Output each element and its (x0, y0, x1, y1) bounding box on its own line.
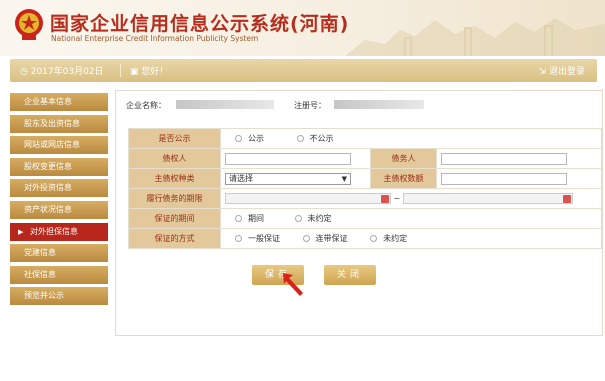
claim-amount-input[interactable] (441, 172, 567, 185)
public-no-radio[interactable] (296, 135, 304, 142)
creditor-label: 债权人 (128, 148, 221, 169)
red-arrow-pointer-icon (283, 273, 303, 296)
public-yes-radio[interactable] (235, 135, 242, 142)
logout-label: 退出登录 (548, 67, 585, 77)
period-separator: ~ (393, 194, 401, 203)
toolbar-divider (120, 64, 121, 77)
reg-number-label: 注册号： (294, 101, 326, 110)
guarantee-period-opt1-label: 期间 (248, 214, 264, 223)
joint-guarantee-radio[interactable] (302, 235, 310, 242)
sidebar-item-basic-info[interactable]: 企业基本信息 (10, 93, 108, 111)
guarantee-method-opt2-label: 连带保证 (315, 234, 348, 243)
company-info-bar: 企业名称： 注册号： (124, 97, 594, 113)
claim-type-cell: 请选择 ▼ (220, 168, 371, 189)
current-date: ◷ 2017年03月02日 (20, 67, 104, 77)
guarantee-period-unspecified-radio[interactable] (294, 215, 302, 222)
guarantee-period-options: 期间 未约定 (220, 208, 602, 229)
sidebar-item-label: 资产状况信息 (24, 204, 72, 214)
sidebar-item-preview[interactable]: 预览并公示 (10, 287, 108, 306)
sidebar-item-label: 网站或网店信息 (24, 140, 80, 150)
public-label: 是否公示 (128, 128, 221, 149)
guarantee-method-label: 保证的方式 (128, 228, 221, 249)
guarantee-period-opt2-label: 未约定 (307, 214, 332, 223)
national-emblem-icon (15, 9, 43, 40)
main-content: 企业名称： 注册号： 是否公示 公示 不公示 债权人 债务人 主债权种类 请选择… (115, 90, 603, 336)
guarantee-method-options: 一般保证 连带保证 未约定 (220, 228, 602, 249)
debtor-label: 债务人 (370, 148, 437, 169)
period-start-input[interactable] (225, 193, 391, 204)
calendar-icon[interactable] (562, 195, 571, 203)
calendar-icon[interactable] (381, 195, 389, 203)
claim-type-value: 请选择 (229, 173, 253, 183)
period-cell: ~ (220, 188, 602, 209)
public-options: 公示 不公示 (220, 128, 602, 149)
sidebar-item-label: 党建信息 (24, 248, 56, 258)
sidebar-item-label: 股东及出资信息 (24, 118, 80, 128)
sidebar-item-assets[interactable]: 资产状况信息 (10, 200, 108, 219)
sidebar-item-label: 对外担保信息 (30, 226, 78, 236)
debtor-input[interactable] (441, 152, 567, 165)
logout-button[interactable]: ⇲ 退出登录 (539, 64, 585, 77)
claim-amount-label: 主债权数额 (370, 168, 437, 189)
sidebar-item-label: 对外投资信息 (24, 183, 72, 193)
guarantee-period-label: 保证的期间 (128, 208, 221, 229)
public-yes-label: 公示 (248, 134, 264, 143)
active-arrow-icon: ▶ (18, 227, 24, 236)
guarantee-method-opt1-label: 一般保证 (248, 234, 280, 243)
claim-type-label: 主债权种类 (128, 168, 221, 189)
sidebar-item-label: 股权变更信息 (24, 161, 72, 171)
sidebar-item-equity-change[interactable]: 股权变更信息 (10, 157, 108, 176)
claim-type-select[interactable]: 请选择 ▼ (225, 172, 351, 185)
sidebar-item-label: 企业基本信息 (24, 97, 72, 106)
redacted-company-name (176, 100, 274, 109)
site-header: 国家企业信用信息公示系统(河南) National Enterprise Cre… (0, 0, 605, 56)
sidebar-item-label: 社保信息 (24, 269, 56, 279)
sidebar-item-party[interactable]: 党建信息 (10, 244, 108, 263)
period-end-input[interactable] (402, 193, 573, 204)
sidebar-item-shareholders[interactable]: 股东及出资信息 (10, 114, 108, 133)
company-name-label: 企业名称： (126, 101, 166, 110)
redacted-reg-number (334, 100, 424, 109)
guarantee-form: 是否公示 公示 不公示 债权人 债务人 主债权种类 请选择 ▼ 主债权数额 履行债… (128, 128, 602, 249)
close-button[interactable]: 关闭 (324, 265, 376, 285)
top-toolbar: ◷ 2017年03月02日 ▣ 您好！ ⇲ 退出登录 (10, 59, 597, 82)
sidebar-item-label: 预览并公示 (24, 291, 64, 301)
date-text: 2017年03月02日 (30, 67, 104, 77)
general-guarantee-radio[interactable] (235, 235, 242, 242)
debtor-cell (436, 148, 602, 169)
period-label: 履行债务的期限 (128, 188, 221, 209)
greeting: ▣ 您好！ (130, 67, 169, 77)
greeting-text: 您好！ (141, 67, 169, 77)
guarantee-period-radio[interactable] (235, 215, 242, 222)
method-unspecified-radio[interactable] (370, 235, 378, 242)
sidebar-item-social-security[interactable]: 社保信息 (10, 265, 108, 284)
sidebar-item-websites[interactable]: 网站或网店信息 (10, 136, 108, 155)
site-title: 国家企业信用信息公示系统(河南) (50, 13, 350, 35)
sidebar-nav: 企业基本信息 股东及出资信息 网站或网店信息 股权变更信息 对外投资信息 资产状… (10, 93, 108, 309)
creditor-input[interactable] (225, 152, 351, 165)
public-no-label: 不公示 (309, 134, 334, 143)
guarantee-method-opt3-label: 未约定 (383, 234, 408, 243)
sidebar-item-investment[interactable]: 对外投资信息 (10, 179, 108, 198)
site-subtitle: National Enterprise Credit Information P… (51, 34, 259, 43)
city-skyline-decoration (345, 18, 605, 56)
dropdown-caret-icon: ▼ (341, 174, 347, 183)
creditor-cell (220, 148, 371, 169)
sidebar-item-guarantee[interactable]: ▶ 对外担保信息 (10, 222, 108, 241)
claim-amount-cell (436, 168, 602, 189)
